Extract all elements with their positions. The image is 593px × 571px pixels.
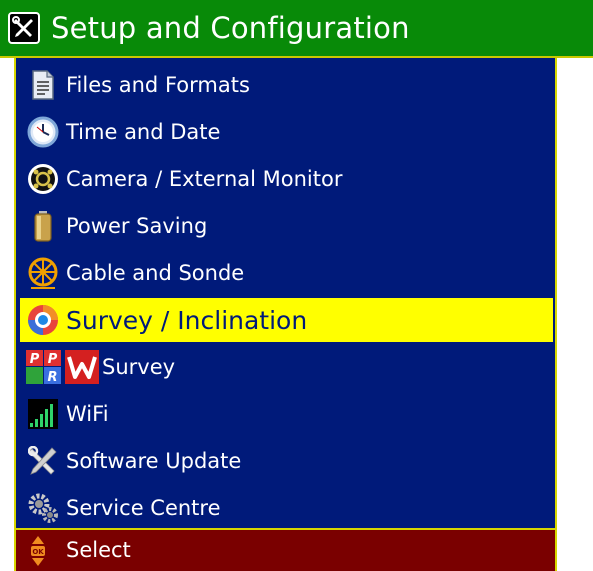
menu-item-label: Service Centre: [66, 495, 221, 520]
menu-item-ppr-survey[interactable]: P P R Survey: [20, 345, 553, 389]
settings-menu: Files and Formats Time and Date Camera /…: [14, 58, 557, 528]
menu-item-time-and-date[interactable]: Time and Date: [20, 110, 553, 154]
camera-icon: [26, 162, 60, 196]
cable-reel-icon: [26, 256, 60, 290]
menu-item-label: Camera / External Monitor: [66, 166, 343, 191]
footer-bar: OK Select: [14, 528, 557, 571]
ppr-logo-icon: P P R: [26, 350, 100, 384]
menu-item-label: Power Saving: [66, 213, 208, 238]
w-logo-icon: [65, 350, 99, 384]
svg-text:P: P: [30, 352, 40, 367]
clock-icon: [26, 115, 60, 149]
svg-text:OK: OK: [32, 548, 44, 556]
menu-item-label: Survey / Inclination: [66, 305, 308, 335]
battery-icon: [26, 209, 60, 243]
tools-icon: [8, 12, 40, 44]
document-icon: [26, 68, 60, 102]
wifi-signal-icon: [26, 397, 60, 431]
menu-item-files-and-formats[interactable]: Files and Formats: [20, 63, 553, 107]
menu-item-service-centre[interactable]: Service Centre: [20, 486, 553, 530]
svg-text:R: R: [47, 370, 57, 384]
tools-icon: [26, 444, 60, 478]
svg-text:P: P: [48, 352, 58, 367]
menu-item-software-update[interactable]: Software Update: [20, 439, 553, 483]
menu-item-wifi[interactable]: WiFi: [20, 392, 553, 436]
title-bar: Setup and Configuration: [0, 0, 593, 58]
menu-item-label: Survey: [102, 354, 176, 379]
menu-item-label: Software Update: [66, 448, 242, 473]
menu-item-survey-inclination[interactable]: Survey / Inclination: [20, 298, 553, 342]
ok-updown-icon[interactable]: OK: [30, 535, 46, 566]
menu-item-camera-external-monitor[interactable]: Camera / External Monitor: [20, 157, 553, 201]
menu-item-label: Time and Date: [66, 119, 221, 144]
inclination-icon: [26, 303, 60, 337]
gears-icon: [26, 491, 60, 525]
menu-item-label: Files and Formats: [66, 72, 250, 97]
select-label: Select: [66, 538, 131, 562]
menu-item-label: Cable and Sonde: [66, 260, 245, 285]
page-title: Setup and Configuration: [51, 10, 410, 45]
menu-item-label: WiFi: [66, 401, 109, 426]
menu-item-power-saving[interactable]: Power Saving: [20, 204, 553, 248]
menu-item-cable-and-sonde[interactable]: Cable and Sonde: [20, 251, 553, 295]
